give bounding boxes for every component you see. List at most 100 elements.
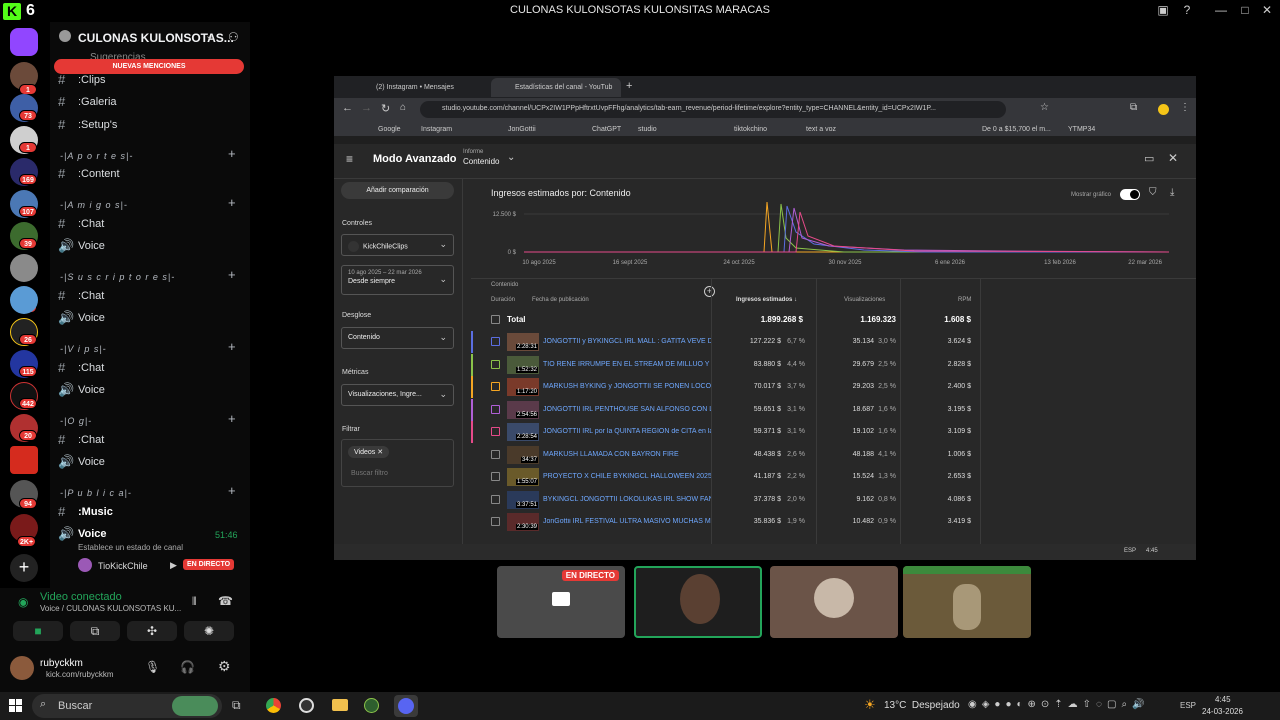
avatar[interactable] bbox=[78, 558, 92, 572]
channel-status-prompt[interactable]: Establece un estado de canal bbox=[78, 543, 183, 552]
bookmark-studio[interactable]: studio bbox=[638, 126, 657, 133]
video-thumbnail[interactable]: 2:30:39 bbox=[507, 513, 539, 531]
server-icon-13[interactable] bbox=[10, 446, 38, 474]
weather-text[interactable]: 13°C Despejado bbox=[884, 700, 960, 711]
table-row[interactable]: 1:52:32 TIO RENE IRRUMPE EN EL STREAM DE … bbox=[471, 353, 1196, 376]
video-thumbnail[interactable]: 2:28:31 bbox=[507, 333, 539, 351]
disconnect-icon[interactable]: ☎ bbox=[218, 594, 233, 608]
tray-lang[interactable]: ESP bbox=[1180, 701, 1196, 710]
close-button[interactable]: ✕ bbox=[1258, 3, 1276, 19]
taskbar-search[interactable]: ⌕ Buscar bbox=[32, 694, 222, 718]
close-icon[interactable]: ✕ bbox=[1168, 151, 1178, 165]
tray-date[interactable]: 24-03-2026 bbox=[1202, 707, 1243, 716]
home-icon[interactable]: ⌂ bbox=[400, 102, 406, 113]
add-comparison-button[interactable]: Añadir comparación bbox=[341, 182, 454, 199]
folder-icon[interactable] bbox=[332, 699, 348, 711]
chevron-down-icon[interactable]: ⌄ bbox=[205, 29, 214, 42]
category-og[interactable]: -|O g|- bbox=[60, 416, 92, 426]
bookmark-google[interactable]: Google bbox=[378, 126, 401, 133]
invite-icon[interactable]: ⚇ bbox=[228, 30, 239, 44]
category-vips[interactable]: -|V i p s|- bbox=[60, 344, 107, 354]
row-checkbox[interactable] bbox=[491, 517, 500, 526]
channel-voice[interactable]: 🔊 Voice bbox=[50, 236, 250, 256]
table-row[interactable]: 3:37:51 BYKINGCL JONGOTTII LOKOLUKAS IRL … bbox=[471, 489, 1196, 511]
table-row[interactable]: 2:30:39 JonGottii IRL FESTIVAL ULTRA MASI… bbox=[471, 511, 1196, 533]
category-aportes[interactable]: -|A p o r t e s|- bbox=[60, 151, 133, 161]
add-channel-icon[interactable]: + bbox=[228, 339, 236, 354]
channel-clips[interactable]: #:Clips bbox=[50, 70, 250, 90]
channel-chat[interactable]: #:Chat bbox=[50, 286, 250, 306]
app-icon[interactable] bbox=[364, 698, 379, 713]
row-checkbox[interactable] bbox=[491, 337, 500, 346]
help-icon[interactable]: ? bbox=[1178, 3, 1196, 19]
video-thumbnail[interactable]: 1:17:20 bbox=[507, 378, 539, 396]
table-row[interactable]: 2:28:54 JONGOTTII IRL por la QUINTA REGIÓ… bbox=[471, 421, 1196, 443]
video-title-link[interactable]: MARKUSH BYKING y JONGOTTII SE PONEN LOCO… bbox=[543, 383, 711, 390]
gear-icon[interactable]: ⚙ bbox=[218, 658, 231, 675]
channel-select[interactable]: KickChileClips ⌄ bbox=[341, 234, 454, 256]
breakdown-select[interactable]: Contenido ⌄ bbox=[341, 327, 454, 349]
col-date-header[interactable]: Fecha de publicación bbox=[532, 297, 589, 303]
channel-voice[interactable]: 🔊 Voice bbox=[50, 380, 250, 400]
video-thumbnail[interactable]: 1:52:32 bbox=[507, 355, 539, 374]
category-suscriptores[interactable]: -|S u s c r i p t o r e s|- bbox=[60, 272, 175, 282]
add-column-icon[interactable]: + bbox=[704, 286, 715, 297]
report-select[interactable]: Contenido bbox=[463, 157, 499, 166]
row-checkbox[interactable] bbox=[491, 472, 500, 481]
channel-chat[interactable]: #:Chat bbox=[50, 358, 250, 378]
camera-button[interactable]: ■ bbox=[13, 621, 63, 641]
video-title-link[interactable]: BYKINGCL JONGOTTII LOKOLUKAS IRL SHOW FA… bbox=[543, 496, 711, 503]
add-channel-icon[interactable]: + bbox=[228, 483, 236, 498]
windows-start-icon[interactable] bbox=[9, 699, 22, 712]
show-chart-toggle[interactable] bbox=[1120, 189, 1140, 200]
server-icon-8[interactable] bbox=[10, 286, 38, 314]
server-icon-7[interactable] bbox=[10, 254, 38, 282]
tab-youtube-studio[interactable]: Estadísticas del canal - YouTub bbox=[491, 78, 621, 97]
reload-icon[interactable]: ↻ bbox=[381, 102, 390, 115]
add-channel-icon[interactable]: + bbox=[228, 195, 236, 210]
date-range-select[interactable]: 10 ago 2025 – 22 mar 2026 Desde siempre ⌄ bbox=[341, 265, 454, 295]
table-row[interactable]: 2:54:56 JONGOTTII IRL PENTHOUSE SAN ALFON… bbox=[471, 398, 1196, 421]
channel-setups[interactable]: #:Setup's bbox=[50, 115, 250, 135]
back-icon[interactable]: ← bbox=[342, 102, 353, 114]
headphones-icon[interactable]: 🎧 bbox=[180, 660, 195, 674]
filter-search-input[interactable]: Buscar filtro bbox=[351, 470, 388, 477]
participant-tile-image[interactable] bbox=[903, 566, 1031, 638]
row-checkbox[interactable] bbox=[491, 404, 500, 414]
video-title-link[interactable]: JonGottii IRL FESTIVAL ULTRA MASIVO MUCH… bbox=[543, 518, 711, 525]
bookmark-instagram[interactable]: Instagram bbox=[421, 126, 452, 133]
row-checkbox[interactable] bbox=[491, 427, 500, 436]
channel-voice[interactable]: 🔊 Voice bbox=[50, 452, 250, 472]
chrome-icon[interactable] bbox=[266, 698, 281, 713]
address-bar[interactable]: studio.youtube.com/channel/UCPx2IW1PPpHf… bbox=[420, 101, 1006, 118]
bookmark-tiktokchino[interactable]: tiktokchino bbox=[734, 126, 767, 133]
bookmark-ytmp34[interactable]: YTMP34 bbox=[1068, 126, 1095, 133]
table-row[interactable]: 1:17:20 MARKUSH BYKING y JONGOTTII SE PON… bbox=[471, 376, 1196, 398]
participant-tile-avatar[interactable] bbox=[770, 566, 898, 638]
channel-chat[interactable]: #:Chat bbox=[50, 214, 250, 234]
col-revenue-header[interactable]: Ingresos estimados ↓ bbox=[736, 297, 797, 303]
obs-icon[interactable] bbox=[299, 698, 314, 713]
video-thumbnail[interactable]: 2:28:54 bbox=[507, 423, 539, 441]
forward-icon[interactable]: → bbox=[361, 102, 372, 114]
row-checkbox[interactable] bbox=[491, 359, 500, 369]
col-rpm-header[interactable]: RPM bbox=[958, 297, 971, 303]
channel-galeria[interactable]: #:Galeria bbox=[50, 92, 250, 112]
filter-chip[interactable]: Videos ✕ bbox=[348, 446, 390, 458]
voice-path[interactable]: Voice / CULONAS KULONSOTAS KU... bbox=[40, 604, 181, 613]
activities-button[interactable]: ✣ bbox=[127, 621, 177, 641]
noise-suppression-icon[interactable]: ⫴ bbox=[192, 596, 197, 609]
video-thumbnail[interactable]: 2:54:56 bbox=[507, 400, 539, 419]
video-title-link[interactable]: JONGOTTII IRL por la QUINTA REGIÓN de CI… bbox=[543, 428, 711, 435]
category-publica[interactable]: -|P u b l i c a|- bbox=[60, 488, 132, 498]
channel-music[interactable]: #:Music bbox=[50, 502, 250, 522]
row-checkbox[interactable] bbox=[491, 449, 500, 459]
add-channel-icon[interactable]: + bbox=[228, 146, 236, 161]
table-row[interactable]: 2:28:31 JONGOTTII y BYKINGCL IRL MALL : G… bbox=[471, 331, 1196, 353]
bookmark-text-a-voz[interactable]: text a voz bbox=[806, 126, 836, 133]
tab-instagram[interactable]: (2) Instagram • Mensajes bbox=[352, 78, 486, 97]
add-channel-icon[interactable]: + bbox=[228, 267, 236, 282]
video-title-link[interactable]: JONGOTTII y BYKINGCL IRL MALL : GATITA V… bbox=[543, 338, 711, 345]
screen-share-button[interactable]: ⧉ bbox=[70, 621, 120, 641]
add-channel-icon[interactable]: + bbox=[228, 411, 236, 426]
